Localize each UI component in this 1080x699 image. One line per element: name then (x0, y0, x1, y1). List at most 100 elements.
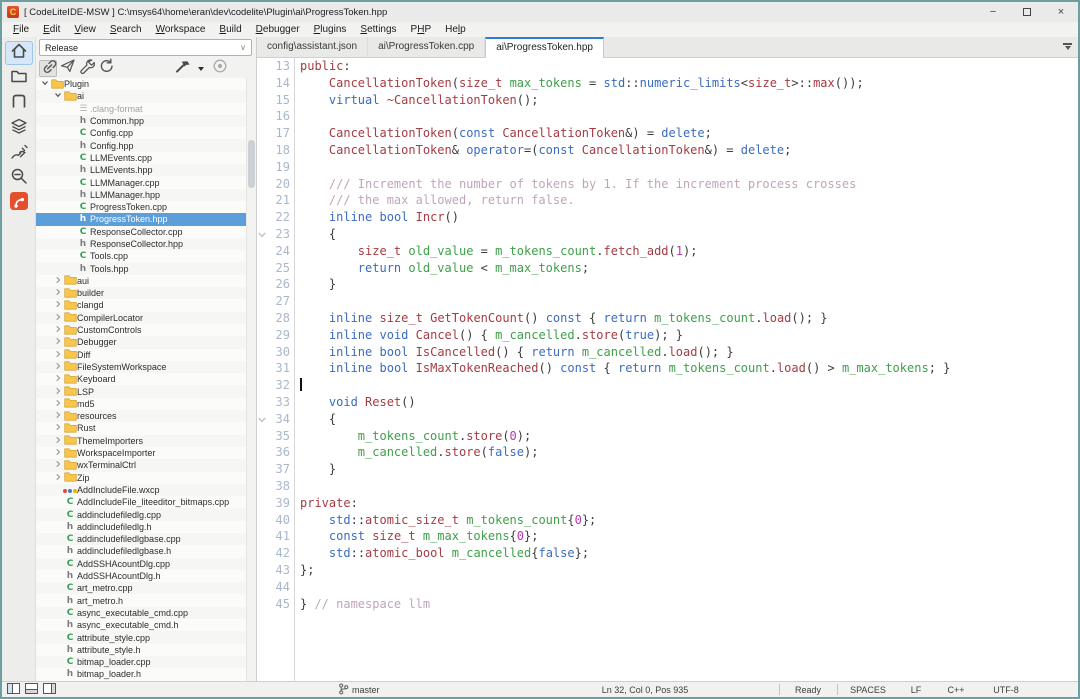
code-line[interactable]: 17 CancellationToken(const CancellationT… (257, 125, 1078, 142)
tree-item[interactable]: hTools.hpp (36, 262, 246, 274)
code-line[interactable]: 16 (257, 108, 1078, 125)
line-number[interactable]: 38 (267, 478, 290, 495)
chevron-right-icon[interactable] (54, 362, 62, 372)
menu-debugger[interactable]: Debugger (249, 22, 307, 37)
menu-file[interactable]: File (6, 22, 36, 37)
line-number[interactable]: 42 (267, 545, 290, 562)
tree-item[interactable]: WorkspaceImporter (36, 447, 246, 459)
line-number[interactable]: 23 (267, 226, 290, 243)
line-number[interactable]: 27 (267, 293, 290, 310)
tree-item[interactable]: CProgressToken.cpp (36, 201, 246, 213)
toolbar-button-stop-record-icon[interactable] (211, 60, 229, 77)
tree-item[interactable]: hCommon.hpp (36, 115, 246, 127)
strip-button-plug-icon[interactable] (5, 141, 33, 165)
strip-button-folder-icon[interactable] (5, 66, 33, 90)
line-number[interactable]: 29 (267, 327, 290, 344)
tree-item[interactable]: resources (36, 410, 246, 422)
tree-item[interactable]: Caddincludefiledlg.cpp (36, 508, 246, 520)
code-line[interactable]: 13public: (257, 58, 1078, 75)
minimize-button[interactable]: − (976, 2, 1010, 22)
toolbar-button-send-icon[interactable] (58, 60, 76, 77)
code-line[interactable]: 22 inline bool Incr() (257, 209, 1078, 226)
tree-item[interactable]: hLLMManager.hpp (36, 189, 246, 201)
tree-item[interactable]: Cart_metro.cpp (36, 582, 246, 594)
line-number[interactable]: 40 (267, 512, 290, 529)
toolbar-button-wrench-icon[interactable] (77, 60, 95, 77)
toolbar-button-link-icon[interactable] (39, 60, 57, 77)
tree-item[interactable]: Debugger (36, 336, 246, 348)
git-branch-indicator[interactable]: master (338, 682, 380, 697)
strip-button-layers-icon[interactable] (5, 116, 33, 140)
build-config-select[interactable]: Release ∨ (39, 39, 252, 56)
code-line[interactable]: 44 (257, 579, 1078, 596)
whitespace-mode[interactable]: SPACES (840, 682, 896, 697)
tree-item[interactable]: hProgressToken.hpp (36, 213, 246, 225)
strip-button-zoom-out-icon[interactable] (5, 166, 33, 190)
tree-item[interactable]: CConfig.cpp (36, 127, 246, 139)
tree-item[interactable]: Diff (36, 349, 246, 361)
code-line[interactable]: 38 (257, 478, 1078, 495)
line-number[interactable]: 43 (267, 562, 290, 579)
pane-bottom-icon[interactable] (25, 683, 38, 696)
tree-item[interactable]: Plugin (36, 78, 246, 90)
line-number[interactable]: 34 (267, 411, 290, 428)
tree-item[interactable]: LSP (36, 385, 246, 397)
tree-item[interactable]: CLLMEvents.cpp (36, 152, 246, 164)
line-number[interactable]: 21 (267, 192, 290, 209)
code-line[interactable]: 35 m_tokens_count.store(0); (257, 428, 1078, 445)
chevron-right-icon[interactable] (54, 288, 62, 298)
code-line[interactable]: 34 { (257, 411, 1078, 428)
code-editor[interactable]: 13public:14 CancellationToken(size_t max… (257, 58, 1078, 681)
editor-tab[interactable]: config\assistant.json (257, 37, 368, 57)
tree-item[interactable]: ☰.clang-format (36, 103, 246, 115)
code-line[interactable]: 18 CancellationToken& operator=(const Ca… (257, 142, 1078, 159)
line-number[interactable]: 33 (267, 394, 290, 411)
menu-search[interactable]: Search (103, 22, 149, 37)
line-number[interactable]: 31 (267, 360, 290, 377)
tree-item[interactable]: CLLMManager.cpp (36, 176, 246, 188)
tree-item[interactable]: Cattribute_style.cpp (36, 631, 246, 643)
tree-item[interactable]: Caddincludefiledlgbase.cpp (36, 533, 246, 545)
tree-item[interactable]: CompilerLocator (36, 312, 246, 324)
tab-list-dropdown-icon[interactable] (1063, 43, 1072, 53)
tree-item[interactable]: haddincludefiledlgbase.h (36, 545, 246, 557)
code-line[interactable]: 39private: (257, 495, 1078, 512)
eol-mode[interactable]: LF (898, 682, 934, 697)
tree-item[interactable]: CTools.cpp (36, 250, 246, 262)
toolbar-button-build-dropdown-icon[interactable] (192, 60, 210, 77)
line-number[interactable]: 17 (267, 125, 290, 142)
line-number[interactable]: 41 (267, 528, 290, 545)
code-line[interactable]: 32 (257, 377, 1078, 394)
chevron-right-icon[interactable] (54, 423, 62, 433)
menu-plugins[interactable]: Plugins (307, 22, 354, 37)
line-number[interactable]: 39 (267, 495, 290, 512)
fold-marker-icon[interactable] (257, 226, 267, 243)
chevron-right-icon[interactable] (54, 276, 62, 286)
tree-item[interactable]: wxTerminalCtrl (36, 459, 246, 471)
strip-button-git-plugin-icon[interactable] (5, 191, 33, 215)
line-number[interactable]: 15 (267, 92, 290, 109)
code-line[interactable]: 14 CancellationToken(size_t max_tokens =… (257, 75, 1078, 92)
code-line[interactable]: 33 void Reset() (257, 394, 1078, 411)
line-number[interactable]: 30 (267, 344, 290, 361)
code-line[interactable]: 24 size_t old_value = m_tokens_count.fet… (257, 243, 1078, 260)
code-line[interactable]: 31 inline bool IsMaxTokenReached() const… (257, 360, 1078, 377)
menu-settings[interactable]: Settings (353, 22, 403, 37)
editor-tab[interactable]: ai\ProgressToken.cpp (368, 37, 485, 57)
line-number[interactable]: 13 (267, 58, 290, 75)
chevron-right-icon[interactable] (54, 325, 62, 335)
menu-help[interactable]: Help (438, 22, 473, 37)
chevron-right-icon[interactable] (54, 473, 62, 483)
code-line[interactable]: 42 std::atomic_bool m_cancelled{false}; (257, 545, 1078, 562)
line-number[interactable]: 35 (267, 428, 290, 445)
code-line[interactable]: 23 { (257, 226, 1078, 243)
code-line[interactable]: 20 /// Increment the number of tokens by… (257, 176, 1078, 193)
tree-item[interactable]: haddincludefiledlg.h (36, 521, 246, 533)
editor-tab[interactable]: ai\ProgressToken.hpp (485, 37, 604, 58)
code-line[interactable]: 26 } (257, 276, 1078, 293)
tree-item[interactable]: hart_metro.h (36, 594, 246, 606)
line-number[interactable]: 36 (267, 444, 290, 461)
chevron-right-icon[interactable] (54, 460, 62, 470)
pane-left-icon[interactable] (7, 683, 20, 696)
tree-item[interactable]: hResponseCollector.hpp (36, 238, 246, 250)
